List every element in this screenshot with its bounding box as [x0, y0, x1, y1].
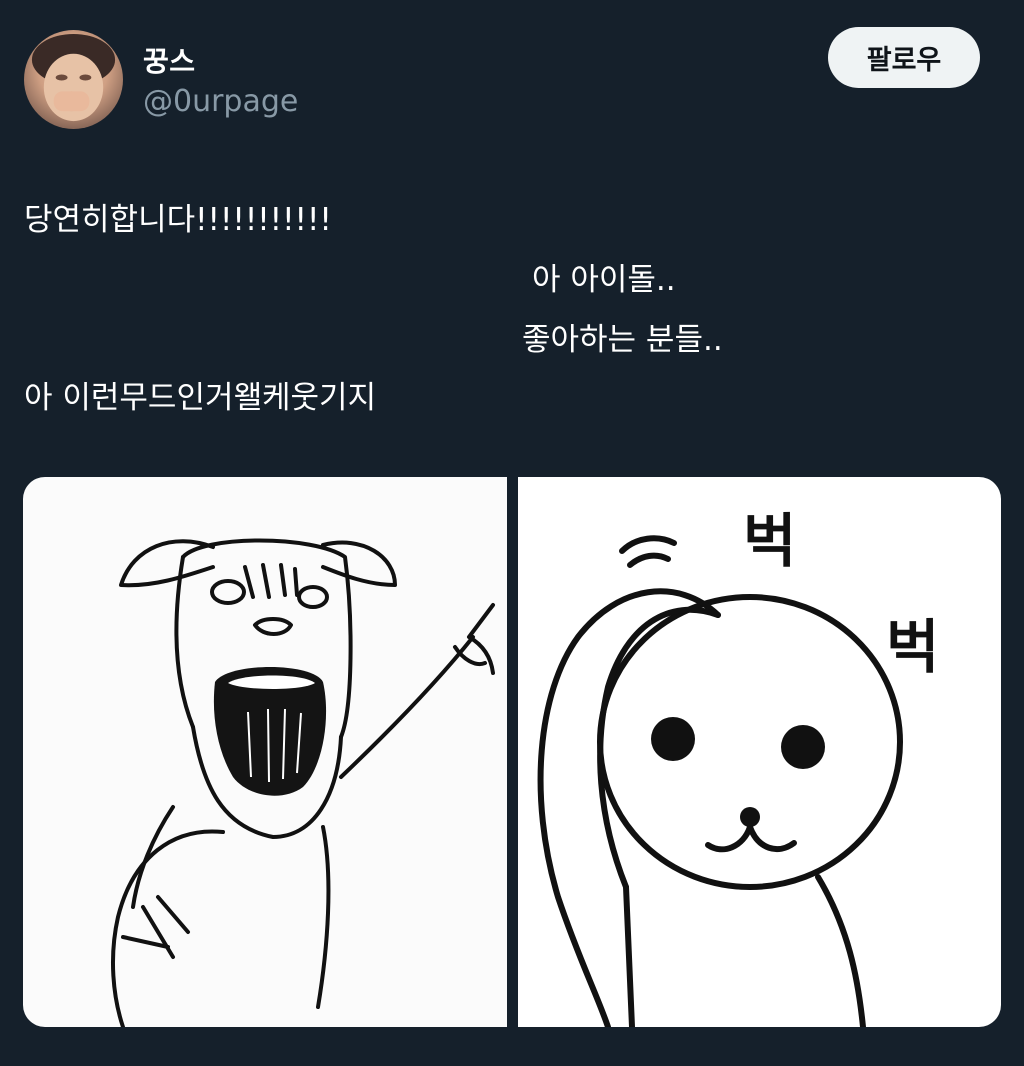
avatar[interactable] [24, 30, 123, 129]
tweet-text-line-3: 좋아하는 분들.. [522, 322, 723, 358]
display-name[interactable]: 꿍스 [143, 40, 196, 80]
media-grid: 벅 벅 [23, 477, 1001, 1027]
tweet-text-line-1: 당연히합니다!!!!!!!!!!! [24, 202, 332, 238]
follow-button[interactable]: 팔로우 [828, 27, 980, 88]
media-image-2[interactable]: 벅 벅 [518, 477, 1001, 1027]
user-handle[interactable]: @0urpage [143, 84, 298, 119]
tweet-text-line-2: 아 아이돌.. [532, 262, 676, 298]
profile-photo-icon [31, 33, 116, 122]
media-image-1[interactable] [23, 477, 507, 1027]
sound-text-1: 벅 [743, 507, 796, 575]
sound-text-2: 벅 [886, 613, 939, 681]
shouting-dog-pointing-drawing-icon [111, 538, 495, 1027]
tweet-text-line-4: 아 이런무드인거왤케웃기지 [24, 380, 377, 416]
bear-tapping-head-drawing-icon: 벅 벅 [537, 507, 939, 1027]
